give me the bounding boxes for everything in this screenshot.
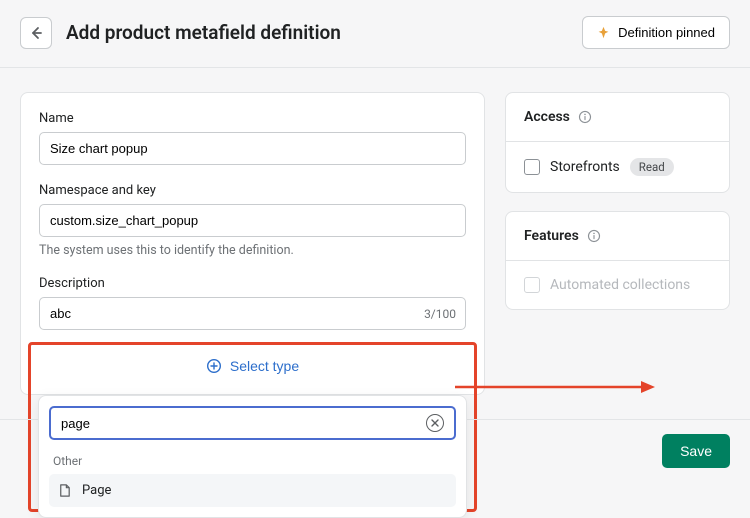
storefronts-row[interactable]: Storefronts Read (524, 158, 711, 176)
x-icon (431, 419, 439, 427)
right-column: Access Storefronts Read Features (505, 92, 730, 310)
nskey-label: Namespace and key (39, 183, 466, 198)
page-icon (57, 483, 72, 498)
left-column: Name Namespace and key The system uses t… (20, 92, 485, 395)
storefronts-checkbox[interactable] (524, 159, 540, 175)
top-bar: Add product metafield definition Definit… (0, 0, 750, 68)
page-title: Add product metafield definition (66, 21, 341, 44)
select-type-button[interactable]: Select type (39, 348, 466, 384)
description-input[interactable] (39, 297, 466, 330)
select-type-label: Select type (230, 358, 299, 374)
type-search-wrap (49, 406, 456, 440)
access-card: Access Storefronts Read (505, 92, 730, 193)
save-button[interactable]: Save (662, 434, 730, 468)
description-field: Description 3/100 (39, 276, 466, 330)
description-wrap: 3/100 (39, 297, 466, 330)
access-header: Access (506, 93, 729, 141)
read-badge: Read (630, 158, 674, 176)
features-title: Features (524, 228, 579, 244)
nskey-field: Namespace and key The system uses this t… (39, 183, 466, 258)
pinned-label: Definition pinned (618, 25, 715, 40)
nskey-helper: The system uses this to identify the def… (39, 243, 466, 258)
access-body: Storefronts Read (506, 141, 729, 192)
main-form-card: Name Namespace and key The system uses t… (20, 92, 485, 395)
nskey-input[interactable] (39, 204, 466, 237)
option-group-label: Other (53, 454, 452, 468)
clear-search-button[interactable] (426, 414, 444, 432)
back-button[interactable] (20, 17, 52, 49)
top-bar-left: Add product metafield definition (20, 17, 341, 49)
name-label: Name (39, 111, 466, 126)
features-body: Automated collections (506, 260, 729, 309)
arrow-left-icon (28, 25, 44, 41)
storefronts-label: Storefronts (550, 159, 620, 175)
type-search-input[interactable] (61, 416, 426, 431)
plus-circle-icon (206, 358, 222, 374)
description-counter: 3/100 (424, 307, 456, 321)
info-icon (578, 110, 592, 124)
automated-collections-checkbox (524, 277, 540, 293)
save-label: Save (680, 443, 712, 459)
access-title: Access (524, 109, 570, 125)
content-area: Name Namespace and key The system uses t… (0, 68, 750, 419)
features-header: Features (506, 212, 729, 260)
automated-collections-label: Automated collections (550, 277, 690, 293)
definition-pinned-button[interactable]: Definition pinned (582, 16, 730, 49)
automated-collections-row: Automated collections (524, 277, 711, 293)
type-dropdown: Other Page (38, 395, 467, 518)
pin-icon (597, 26, 610, 39)
description-label: Description (39, 276, 466, 291)
name-input[interactable] (39, 132, 466, 165)
info-icon (587, 229, 601, 243)
type-option-label: Page (82, 483, 111, 498)
type-option-page[interactable]: Page (49, 474, 456, 507)
features-card: Features Automated collections (505, 211, 730, 310)
name-field: Name (39, 111, 466, 165)
